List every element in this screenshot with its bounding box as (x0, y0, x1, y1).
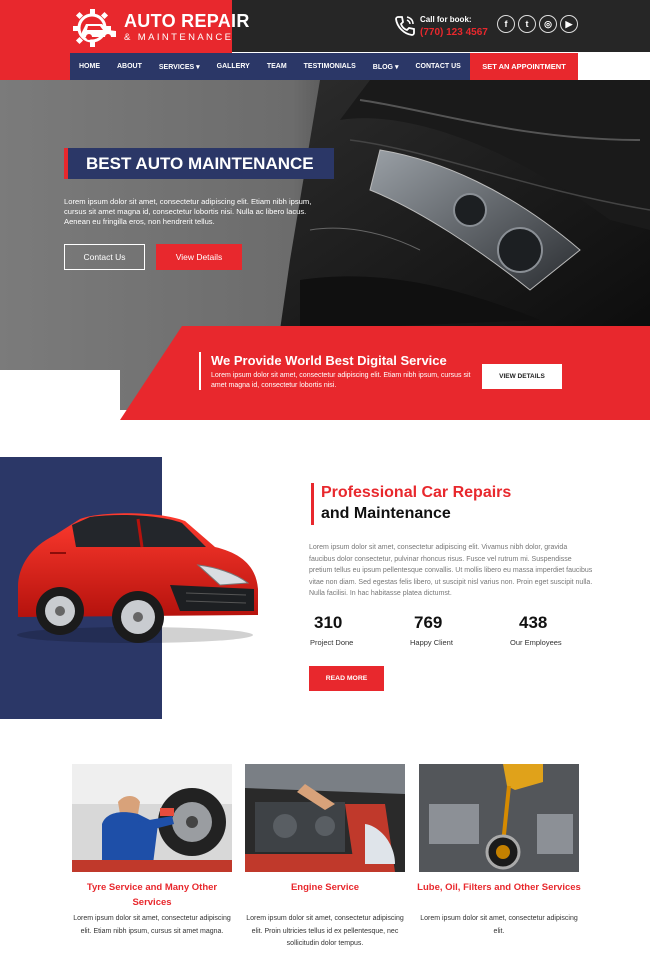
call-label: Call for book: (420, 15, 472, 24)
contact-us-button[interactable]: Contact Us (64, 244, 145, 270)
car-headlight-image (280, 80, 650, 330)
service-title-engine[interactable]: Engine Service (242, 880, 408, 895)
band-description: Lorem ipsum dolor sit amet, consectetur … (211, 372, 471, 389)
hero-description: Lorem ipsum dolor sit amet, consectetur … (64, 197, 312, 226)
service-title-tyre[interactable]: Tyre Service and Many Other Services (69, 880, 235, 910)
brand-subtitle: & MAINTENANCE (124, 32, 234, 43)
about-description: Lorem ipsum dolor sit amet, consectetur … (309, 544, 593, 597)
nav-item-gallery[interactable]: GALLERY (217, 63, 250, 70)
stat-employees-label: Our Employees (510, 638, 562, 647)
hero-title: BEST AUTO MAINTENANCE (64, 148, 334, 179)
phone-icon (395, 16, 415, 36)
band-title: We Provide World Best Digital Service (211, 353, 447, 368)
main-nav: HOME ABOUT SERVICES ▾ GALLERY TEAM TESTI… (70, 53, 470, 80)
nav-item-team[interactable]: TEAM (267, 63, 287, 70)
set-appointment-button[interactable]: SET AN APPOINTMENT (470, 53, 578, 80)
youtube-icon[interactable]: ▶ (560, 15, 578, 33)
engine-service-image (245, 764, 405, 872)
nav-item-about[interactable]: ABOUT (117, 63, 142, 70)
view-details-button[interactable]: View Details (156, 244, 242, 270)
red-car-image (17, 513, 258, 643)
stat-projects-value: 310 (314, 613, 343, 632)
facebook-icon[interactable]: f (497, 15, 515, 33)
tyre-service-image (72, 764, 232, 872)
nav-item-testimonials[interactable]: TESTIMONIALS (304, 63, 356, 70)
instagram-icon[interactable]: ◎ (539, 15, 557, 33)
service-title-oil[interactable]: Lube, Oil, Filters and Other Services (416, 880, 582, 895)
service-text-engine: Lorem ipsum dolor sit amet, consectetur … (246, 915, 404, 947)
stat-projects-label: Project Done (310, 638, 354, 647)
read-more-button[interactable]: READ MORE (309, 666, 384, 691)
nav-item-home[interactable]: HOME (79, 63, 100, 70)
about-accent-bar (311, 483, 314, 525)
gear-car-logo-icon (73, 9, 116, 47)
stat-clients-label: Happy Client (410, 638, 453, 647)
band-view-details-button[interactable]: VIEW DETAILS (482, 364, 562, 389)
twitter-icon[interactable]: t (518, 15, 536, 33)
nav-item-services[interactable]: SERVICES ▾ (159, 63, 200, 71)
brand-title: AUTO REPAIR (124, 11, 250, 31)
about-subtitle: and Maintenance (321, 505, 451, 522)
nav-item-contact[interactable]: CONTACT US (415, 63, 460, 70)
stat-employees-value: 438 (519, 613, 548, 632)
oil-service-image (419, 764, 579, 872)
band-accent-bar (199, 352, 201, 390)
about-title: Professional Car Repairs (321, 484, 512, 501)
service-text-oil: Lorem ipsum dolor sit amet, consectetur … (420, 915, 578, 935)
phone-number[interactable]: (770) 123 4567 (420, 27, 488, 38)
nav-item-blog[interactable]: BLOG ▾ (373, 63, 399, 71)
service-text-tyre: Lorem ipsum dolor sit amet, consectetur … (73, 915, 231, 935)
stat-clients-value: 769 (414, 613, 443, 632)
